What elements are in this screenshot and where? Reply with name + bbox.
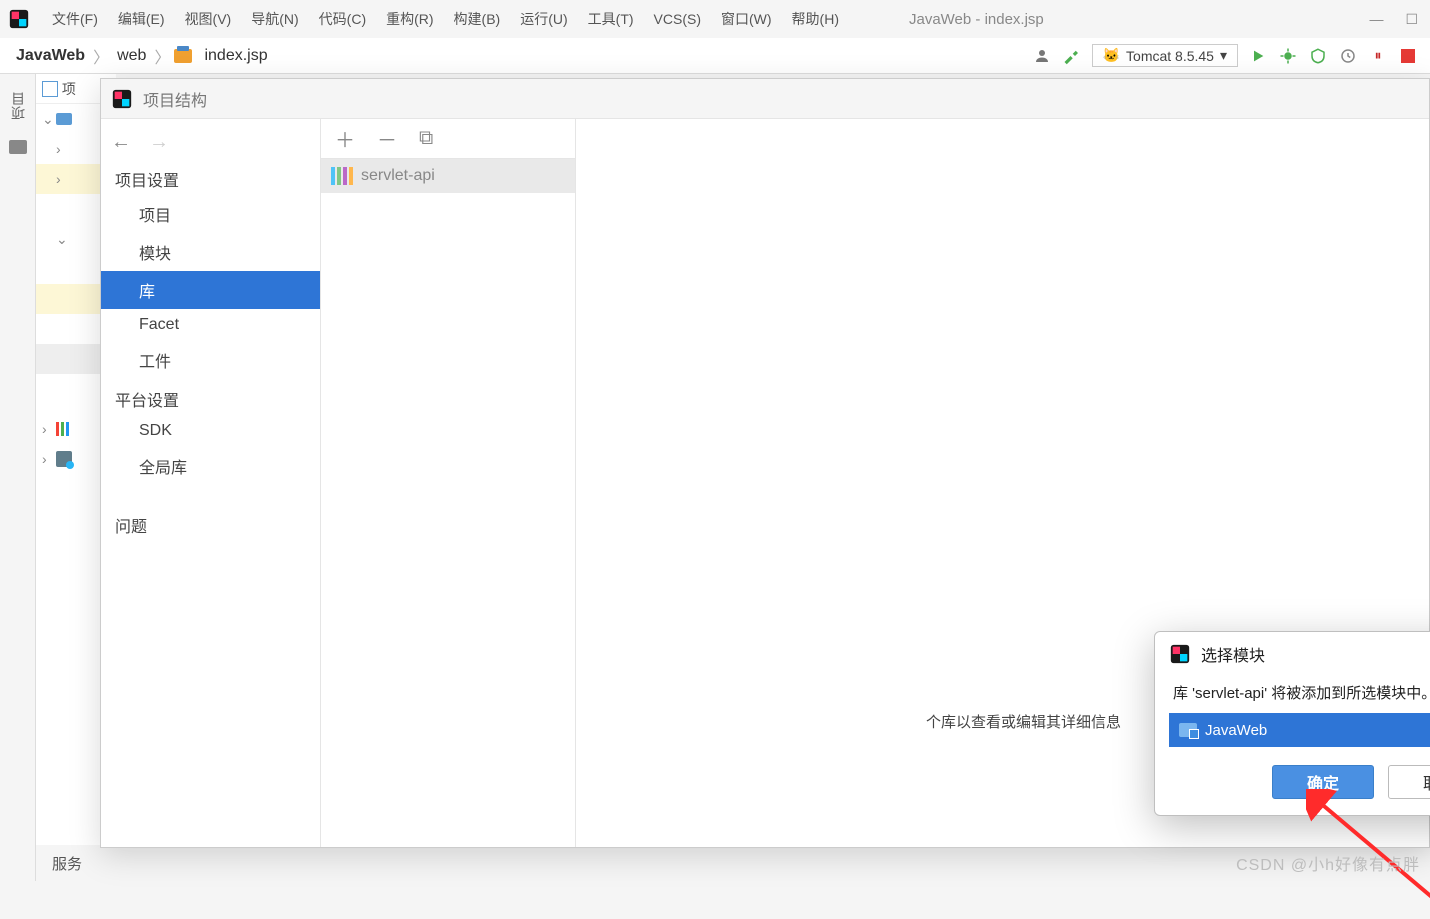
nav-item-sdks[interactable]: SDK [101, 415, 320, 447]
back-icon[interactable]: ← [111, 131, 131, 154]
chevron-right-icon[interactable]: › [42, 141, 56, 157]
nav-item-artifacts[interactable]: 工件 [101, 341, 320, 379]
ok-button[interactable]: 确定 [1272, 765, 1374, 799]
menu-run[interactable]: 运行(U) [510, 5, 577, 33]
library-icon [331, 167, 353, 185]
scratches-icon [56, 451, 72, 467]
modal-title: 选择模块 [1201, 642, 1265, 666]
watermark: CSDN @小h好像有点胖 [1236, 851, 1420, 875]
structure-tool-icon[interactable] [9, 140, 27, 154]
crumb-web[interactable]: web [113, 45, 150, 67]
nav-item-project[interactable]: 项目 [101, 195, 320, 233]
nav-section-project-settings: 项目设置 [101, 159, 320, 195]
menu-navigate[interactable]: 导航(N) [241, 5, 308, 33]
maximize-icon[interactable]: ☐ [1405, 11, 1418, 28]
menu-view[interactable]: 视图(V) [175, 5, 242, 33]
run-icon[interactable] [1248, 46, 1268, 66]
chevron-down-icon: ▾ [1220, 47, 1227, 64]
module-icon [1179, 723, 1197, 737]
nav-item-libraries[interactable]: 库 [101, 271, 320, 309]
crumb-file[interactable]: index.jsp [200, 45, 271, 67]
nav-section-platform-settings: 平台设置 [101, 379, 320, 415]
menu-build[interactable]: 构建(B) [444, 5, 511, 33]
chevron-right-icon[interactable]: › [42, 421, 56, 437]
debug-icon[interactable] [1278, 46, 1298, 66]
library-name: servlet-api [361, 167, 435, 185]
minimize-icon[interactable]: — [1369, 11, 1383, 28]
profiler-icon[interactable] [1338, 46, 1358, 66]
project-header-icon [42, 81, 58, 97]
nav-item-global-libraries[interactable]: 全局库 [101, 447, 320, 485]
toolbar-right: 🐱 Tomcat 8.5.45 ▾ ⏸ [1032, 44, 1418, 67]
app-icon [111, 88, 133, 110]
library-detail-panel: 个库以查看或编辑其详细信息 选择模块 ✕ 库 'servlet-api' 将被添… [576, 119, 1429, 847]
add-icon[interactable]: ＋ [335, 124, 355, 153]
jsp-file-icon [174, 49, 192, 63]
chevron-down-icon[interactable]: ⌄ [42, 111, 56, 128]
remove-icon[interactable]: － [377, 124, 397, 153]
settings-nav: ← → 项目设置 项目 模块 库 Facet 工件 平台设置 SDK 全局库 问… [101, 119, 321, 847]
project-structure-dialog: 项目结构 ← → 项目设置 项目 模块 库 Facet 工件 平台设置 SDK … [100, 78, 1430, 848]
menu-window[interactable]: 窗口(W) [711, 5, 782, 33]
nav-item-problems[interactable]: 问题 [101, 505, 320, 541]
module-list[interactable]: JavaWeb [1169, 713, 1430, 747]
copy-icon[interactable]: ⧉ [419, 127, 433, 150]
detail-hint: 个库以查看或编辑其详细信息 [926, 711, 1121, 732]
user-icon[interactable] [1032, 46, 1052, 66]
nav-item-modules[interactable]: 模块 [101, 233, 320, 271]
menu-code[interactable]: 代码(C) [309, 5, 376, 33]
tomcat-icon: 🐱 [1103, 47, 1120, 64]
stop-icon[interactable] [1398, 46, 1418, 66]
module-name: JavaWeb [1205, 722, 1267, 739]
bottom-tool-tab[interactable]: 服务 [36, 845, 98, 881]
forward-icon[interactable]: → [149, 131, 169, 154]
modal-message: 库 'servlet-api' 将被添加到所选模块中。 [1155, 676, 1430, 713]
coverage-icon[interactable] [1308, 46, 1328, 66]
attach-icon[interactable]: ⏸ [1368, 46, 1388, 66]
app-icon [8, 8, 30, 30]
breadcrumb-row: JavaWeb 〉 web 〉 index.jsp 🐱 Tomcat 8.5.4… [0, 38, 1430, 74]
modal-titlebar[interactable]: 选择模块 ✕ [1155, 632, 1430, 676]
chevron-right-icon[interactable]: › [42, 171, 56, 187]
menu-refactor[interactable]: 重构(R) [376, 5, 443, 33]
menu-file[interactable]: 文件(F) [42, 5, 108, 33]
menu-vcs[interactable]: VCS(S) [644, 7, 711, 31]
run-config-dropdown[interactable]: 🐱 Tomcat 8.5.45 ▾ [1092, 44, 1238, 67]
chevron-down-icon[interactable]: ⌄ [42, 231, 56, 248]
cancel-button[interactable]: 取消 [1388, 765, 1430, 799]
window-title: JavaWeb - index.jsp [909, 11, 1044, 28]
main-menubar: 文件(F) 编辑(E) 视图(V) 导航(N) 代码(C) 重构(R) 构建(B… [0, 0, 1430, 38]
module-item-javaweb[interactable]: JavaWeb [1169, 713, 1430, 747]
menu-edit[interactable]: 编辑(E) [108, 5, 175, 33]
hammer-icon[interactable] [1062, 46, 1082, 66]
run-config-label: Tomcat 8.5.45 [1126, 48, 1214, 64]
menu-help[interactable]: 帮助(H) [782, 5, 849, 33]
folder-icon [56, 113, 72, 125]
app-icon [1169, 643, 1191, 665]
dialog-title: 项目结构 [143, 87, 207, 111]
left-tool-rail: 项目 [0, 74, 36, 881]
menu-tools[interactable]: 工具(T) [578, 5, 644, 33]
library-item-servlet-api[interactable]: servlet-api [321, 159, 575, 193]
library-list-panel: ＋ － ⧉ servlet-api [321, 119, 576, 847]
library-icon [56, 422, 69, 436]
project-tool-label[interactable]: 项目 [8, 92, 28, 120]
crumb-project[interactable]: JavaWeb [12, 45, 89, 67]
chevron-right-icon: 〉 [93, 44, 109, 68]
nav-item-facets[interactable]: Facet [101, 309, 320, 341]
breadcrumb: JavaWeb 〉 web 〉 index.jsp [12, 44, 272, 68]
choose-module-dialog: 选择模块 ✕ 库 'servlet-api' 将被添加到所选模块中。 JavaW… [1154, 631, 1430, 816]
chevron-right-icon[interactable]: › [42, 451, 56, 467]
dialog-titlebar[interactable]: 项目结构 [101, 79, 1429, 119]
chevron-right-icon: 〉 [154, 44, 170, 68]
